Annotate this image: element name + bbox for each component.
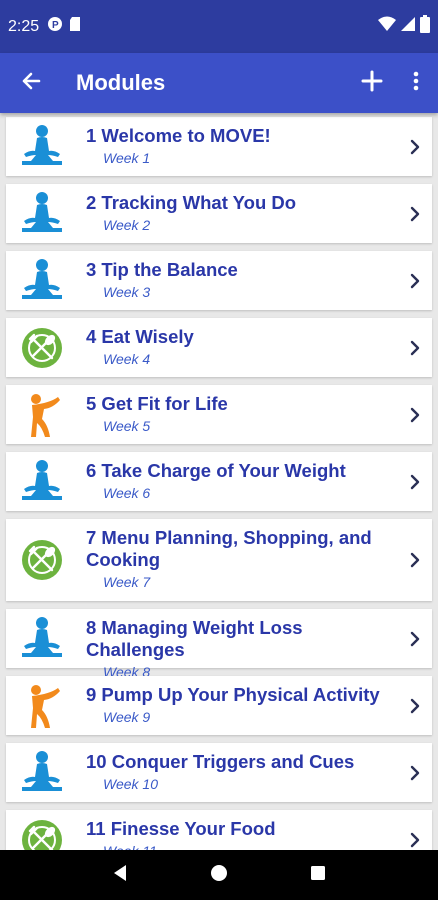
- add-button[interactable]: [350, 53, 394, 113]
- chevron-right-icon: [408, 204, 422, 224]
- module-list[interactable]: 1 Welcome to MOVE! Week 1 2 Tracking What …: [0, 113, 438, 850]
- chevron-right-icon: [408, 405, 422, 425]
- module-week: Week 10: [103, 776, 158, 792]
- back-button[interactable]: [0, 53, 62, 113]
- meditation-icon: [16, 188, 68, 240]
- chevron-right-icon: [408, 830, 422, 850]
- list-item[interactable]: 1 Welcome to MOVE! Week 1: [6, 117, 432, 176]
- plus-icon: [361, 70, 383, 97]
- module-week: Week 1: [103, 150, 151, 166]
- chevron-right-icon: [408, 550, 422, 570]
- module-title: 3 Tip the Balance: [86, 259, 238, 280]
- module-title: 2 Tracking What You Do: [86, 192, 297, 213]
- chevron-right-icon: [408, 472, 422, 492]
- module-title: 1 Welcome to MOVE!: [86, 125, 271, 146]
- chevron-right-icon: [408, 763, 422, 783]
- module-week: Week 11: [103, 843, 396, 850]
- signal-icon: [400, 16, 416, 37]
- chevron-right-icon: [408, 137, 422, 157]
- meditation-icon: [16, 121, 68, 173]
- sd-card-icon: [69, 16, 81, 37]
- wifi-icon: [378, 16, 396, 37]
- module-week: Week 5: [103, 418, 151, 434]
- page-title: Modules: [76, 70, 166, 95]
- arrow-back-icon: [21, 71, 41, 96]
- app-bar: Modules: [0, 53, 438, 113]
- fork-spoon-icon: [16, 322, 68, 374]
- meditation-icon: [16, 456, 68, 508]
- nav-home-button[interactable]: [199, 855, 239, 895]
- chevron-right-icon: [408, 629, 422, 649]
- list-item[interactable]: 3 Tip the Balance Week 3: [6, 251, 432, 310]
- circle-home-icon: [210, 864, 228, 887]
- status-time: 2:25: [8, 17, 40, 35]
- list-item[interactable]: 5 Get Fit for Life Week 5: [6, 385, 432, 444]
- module-title: 10 Conquer Triggers and Cues: [86, 751, 355, 772]
- module-week: Week 4: [103, 351, 151, 367]
- list-item[interactable]: 4 Eat Wisely Week 4: [6, 318, 432, 377]
- module-week: Week 7: [103, 574, 151, 590]
- square-recents-icon: [310, 865, 326, 886]
- module-week: Week 9: [103, 709, 151, 725]
- list-item[interactable]: 9 Pump Up Your Physical Activity Week 9: [6, 676, 432, 735]
- list-item[interactable]: 10 Conquer Triggers and Cues Week 10: [6, 743, 432, 802]
- fork-spoon-icon: [16, 814, 68, 850]
- nav-back-button[interactable]: [100, 855, 140, 895]
- module-week: Week 2: [103, 217, 151, 233]
- module-title: 4 Eat Wisely: [86, 326, 194, 347]
- meditation-icon: [16, 747, 68, 799]
- navigation-bar: [0, 850, 438, 900]
- more-options-button[interactable]: [394, 53, 438, 113]
- module-title: 6 Take Charge of Your Weight: [86, 460, 346, 481]
- fork-spoon-icon: [16, 534, 68, 586]
- triangle-back-icon: [112, 864, 128, 887]
- chevron-right-icon: [408, 271, 422, 291]
- list-item[interactable]: 7 Menu Planning, Shopping, and Cooking We…: [6, 519, 432, 601]
- meditation-icon: [16, 255, 68, 307]
- list-item[interactable]: 11 Finesse Your Food Week 11: [6, 810, 432, 850]
- list-item[interactable]: 2 Tracking What You Do Week 2: [6, 184, 432, 243]
- nav-recents-button[interactable]: [298, 855, 338, 895]
- meditation-icon: [16, 613, 68, 665]
- module-title: 9 Pump Up Your Physical Activity: [86, 684, 380, 705]
- list-item[interactable]: 6 Take Charge of Your Weight Week 6: [6, 452, 432, 511]
- module-title: 5 Get Fit for Life: [86, 393, 228, 414]
- status-bar: 2:25 P: [0, 0, 438, 53]
- exercise-icon: [16, 389, 68, 441]
- module-week: Week 3: [103, 284, 151, 300]
- chevron-right-icon: [408, 338, 422, 358]
- chevron-right-icon: [408, 696, 422, 716]
- app-notification-icon: P: [47, 16, 63, 37]
- list-item[interactable]: 8 Managing Weight Loss Challenges Week 8: [6, 609, 432, 680]
- module-title: 7 Menu Planning, Shopping, and Cooking: [86, 527, 372, 570]
- svg-text:P: P: [52, 20, 59, 31]
- exercise-icon: [16, 680, 68, 732]
- module-title: 11 Finesse Your Food: [86, 818, 276, 839]
- more-vert-icon: [413, 71, 419, 96]
- battery-icon: [420, 15, 430, 38]
- module-week: Week 6: [103, 485, 151, 501]
- module-title: 8 Managing Weight Loss Challenges: [86, 617, 303, 660]
